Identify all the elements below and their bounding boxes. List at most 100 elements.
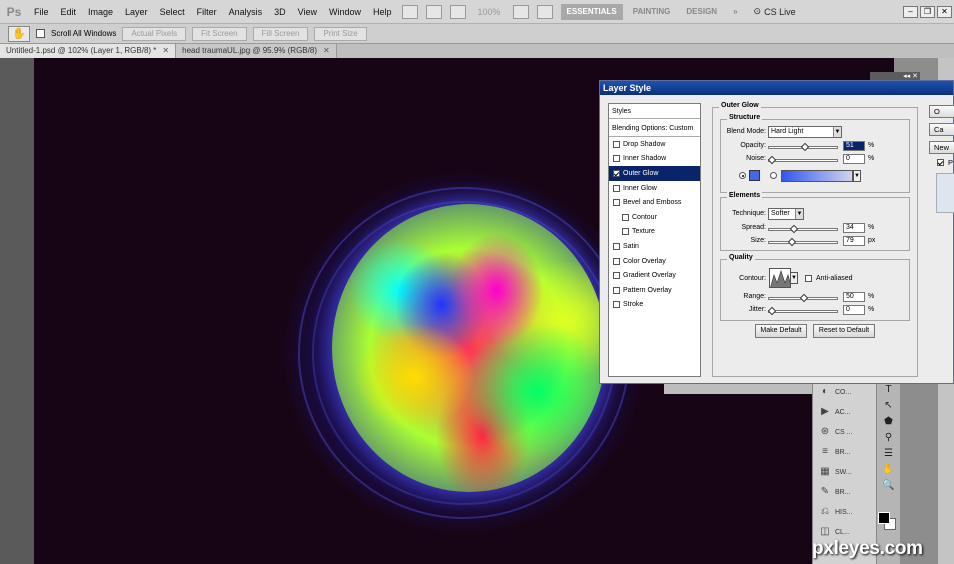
minimize-icon[interactable]: – <box>903 5 918 18</box>
panel-brush[interactable]: ≡ BR... <box>813 442 876 462</box>
cancel-button[interactable]: Ca <box>929 123 954 136</box>
restore-icon[interactable]: ❐ <box>920 5 935 18</box>
hand-tool-icon[interactable]: ✋ <box>877 462 900 478</box>
menu-analysis[interactable]: Analysis <box>223 0 269 24</box>
effect-item-bevel-and-emboss[interactable]: Bevel and Emboss <box>609 195 700 210</box>
effect-item-texture[interactable]: Texture <box>609 225 700 240</box>
panel-history[interactable]: ⎌ HIS... <box>813 502 876 522</box>
effect-checkbox[interactable] <box>613 140 620 148</box>
gradient-radio[interactable] <box>770 172 777 179</box>
ok-button[interactable]: O <box>929 105 954 118</box>
panel-clone-source[interactable]: ⊛ CS ... <box>813 422 876 442</box>
tab-head-trauma[interactable]: head traumaUL.jpg @ 95.9% (RGB/8) ✕ <box>176 44 337 58</box>
menu-filter[interactable]: Filter <box>191 0 223 24</box>
path-selection-tool-icon[interactable]: ↖ <box>877 398 900 414</box>
print-size-button[interactable]: Print Size <box>314 26 367 41</box>
effect-checkbox[interactable] <box>622 228 629 236</box>
effect-item-satin[interactable]: Satin <box>609 239 700 254</box>
preview-checkbox[interactable] <box>937 159 944 166</box>
effect-item-color-overlay[interactable]: Color Overlay <box>609 254 700 269</box>
menu-file[interactable]: File <box>28 0 55 24</box>
menu-help[interactable]: Help <box>367 0 398 24</box>
range-slider[interactable] <box>768 293 838 303</box>
screen-mode-icon[interactable] <box>536 4 553 19</box>
chevron-down-icon[interactable]: ▼ <box>790 272 798 284</box>
effect-item-stroke[interactable]: Stroke <box>609 298 700 313</box>
effect-checkbox[interactable] <box>613 301 620 309</box>
workspace-more[interactable]: » <box>727 4 743 20</box>
workspace-design[interactable]: DESIGN <box>680 4 723 20</box>
effect-checkbox[interactable] <box>622 213 629 221</box>
effect-checkbox[interactable] <box>613 155 620 163</box>
chevron-down-icon[interactable]: ▼ <box>853 170 861 182</box>
3d-rotate-tool-icon[interactable]: ⚲ <box>877 430 900 446</box>
effect-item-gradient-overlay[interactable]: Gradient Overlay <box>609 268 700 283</box>
jitter-slider[interactable] <box>767 306 838 316</box>
effect-checkbox[interactable] <box>613 184 620 192</box>
effect-checkbox[interactable] <box>613 257 620 265</box>
hand-tool-icon[interactable]: ✋ <box>8 25 30 42</box>
foreground-color-swatch[interactable] <box>878 512 890 524</box>
tab-untitled[interactable]: Untitled-1.psd @ 102% (Layer 1, RGB/8) *… <box>0 44 177 58</box>
noise-slider[interactable] <box>767 155 838 165</box>
blending-options-item[interactable]: Blending Options: Custom <box>609 121 700 137</box>
panel-brush-presets[interactable]: ✎ BR... <box>813 482 876 502</box>
3d-orbit-tool-icon[interactable]: ☰ <box>877 446 900 462</box>
blend-mode-select[interactable]: Hard Light ▼ <box>768 126 842 138</box>
menu-select[interactable]: Select <box>154 0 191 24</box>
anti-aliased-checkbox[interactable] <box>805 275 812 282</box>
size-slider[interactable] <box>768 237 838 247</box>
menu-view[interactable]: View <box>292 0 323 24</box>
spread-input[interactable]: 34 <box>843 223 865 233</box>
effect-item-drop-shadow[interactable]: Drop Shadow <box>609 137 700 152</box>
new-style-button[interactable]: New <box>929 141 954 154</box>
view-extras-icon[interactable] <box>449 4 466 19</box>
menu-edit[interactable]: Edit <box>55 0 83 24</box>
make-default-button[interactable]: Make Default <box>755 324 807 338</box>
menu-window[interactable]: Window <box>323 0 367 24</box>
mini-bridge-icon[interactable] <box>425 4 442 19</box>
effect-item-outer-glow[interactable]: Outer Glow <box>609 166 700 181</box>
arrange-documents-icon[interactable] <box>512 4 529 19</box>
size-input[interactable]: 79 <box>843 236 865 246</box>
styles-header[interactable]: Styles <box>609 104 700 119</box>
panel-actions[interactable]: ▶ AC... <box>813 402 876 422</box>
effect-checkbox[interactable] <box>613 242 620 250</box>
noise-input[interactable]: 0 <box>843 154 865 164</box>
close-tab-icon[interactable]: ✕ <box>323 44 330 58</box>
effect-checkbox[interactable] <box>613 199 620 207</box>
effect-item-contour[interactable]: Contour <box>609 210 700 225</box>
menu-3d[interactable]: 3D <box>268 0 292 24</box>
fill-screen-button[interactable]: Fill Screen <box>252 26 309 41</box>
reset-to-default-button[interactable]: Reset to Default <box>813 324 875 338</box>
workspace-essentials[interactable]: ESSENTIALS <box>560 3 623 20</box>
spread-slider[interactable] <box>768 224 838 234</box>
actual-pixels-button[interactable]: Actual Pixels <box>122 26 187 41</box>
panel-color[interactable]: ◐ CO... <box>813 382 876 402</box>
panel-swatches[interactable]: ▦ SW... <box>813 462 876 482</box>
solid-color-radio[interactable] <box>739 172 746 179</box>
close-tab-icon[interactable]: ✕ <box>162 44 169 58</box>
fit-screen-button[interactable]: Fit Screen <box>192 26 247 41</box>
opacity-slider[interactable] <box>768 142 838 152</box>
workspace-painting[interactable]: PAINTING <box>627 4 677 20</box>
bridge-icon[interactable] <box>401 4 418 19</box>
opacity-input[interactable]: 51 <box>843 141 865 151</box>
menu-image[interactable]: Image <box>82 0 119 24</box>
jitter-input[interactable]: 0 <box>843 305 865 315</box>
effect-checkbox[interactable] <box>613 169 620 177</box>
zoom-level[interactable]: 100% <box>478 7 501 17</box>
effect-checkbox[interactable] <box>613 272 620 280</box>
menu-layer[interactable]: Layer <box>119 0 154 24</box>
technique-select[interactable]: Softer ▼ <box>768 208 804 220</box>
cs-live-button[interactable]: ⊙ CS Live <box>754 6 796 17</box>
contour-picker[interactable] <box>769 268 791 288</box>
glow-color-chip[interactable] <box>749 170 760 181</box>
effect-checkbox[interactable] <box>613 286 620 294</box>
custom-shape-tool-icon[interactable]: ⬟ <box>877 414 900 430</box>
type-tool-icon[interactable]: T <box>877 382 900 398</box>
effect-item-pattern-overlay[interactable]: Pattern Overlay <box>609 283 700 298</box>
gradient-picker[interactable] <box>781 170 853 182</box>
scroll-all-windows-checkbox[interactable] <box>36 29 45 38</box>
effect-item-inner-shadow[interactable]: Inner Shadow <box>609 152 700 167</box>
